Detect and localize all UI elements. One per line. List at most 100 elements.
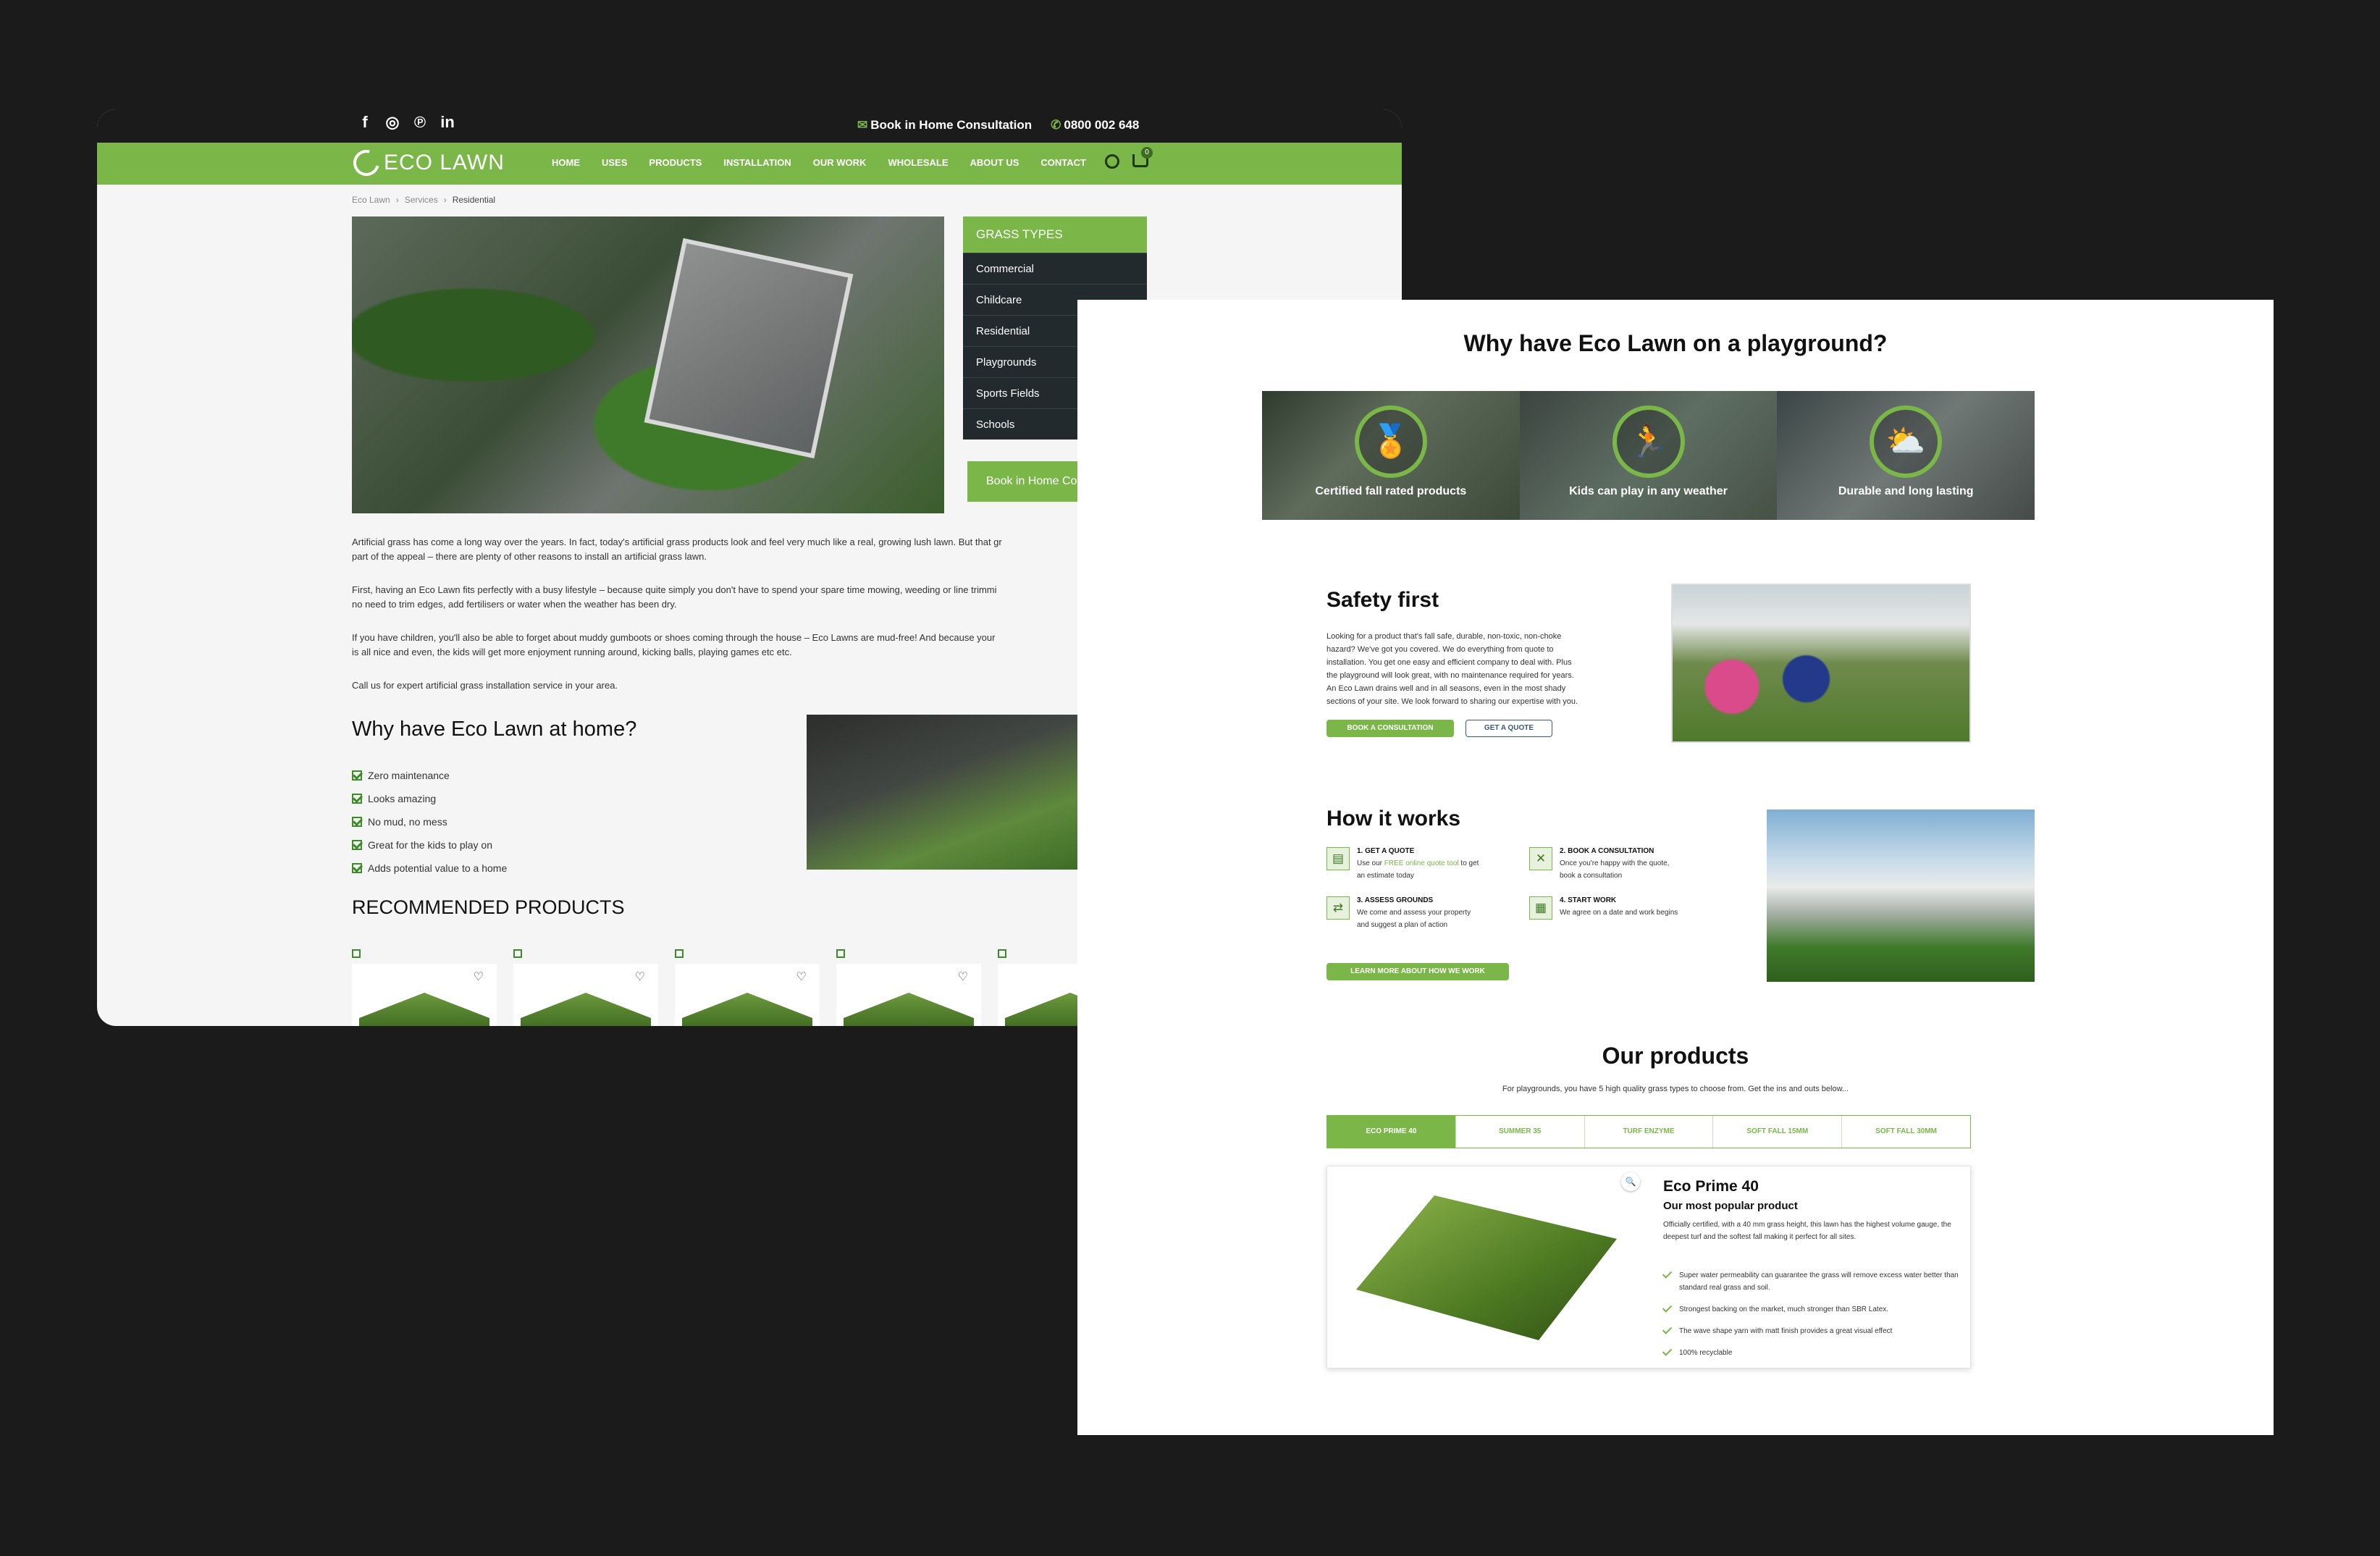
list-item: The wave shape yarn with matt finish pro… <box>1663 1325 1960 1337</box>
get-quote-button[interactable]: GET A QUOTE <box>1466 720 1552 737</box>
product-card[interactable]: ♡ <box>675 949 820 1026</box>
product-image[interactable] <box>1327 1166 1649 1368</box>
building-icon: ▦ <box>1529 896 1552 920</box>
product-subtitle: Our most popular product <box>1663 1200 1798 1212</box>
cart-count-badge: 0 <box>1141 147 1153 159</box>
checkbox-icon <box>352 817 362 827</box>
products-heading: Our products <box>1602 1043 1749 1069</box>
mail-icon: ✉ <box>857 118 868 132</box>
heart-icon[interactable]: ♡ <box>958 970 968 984</box>
compare-checkbox[interactable] <box>998 949 1006 958</box>
breadcrumb-separator: › <box>443 195 447 205</box>
learn-more-button[interactable]: LEARN MORE ABOUT HOW WE WORK <box>1326 963 1509 980</box>
truck-icon: ⇄ <box>1326 896 1350 920</box>
aerial-house-image <box>352 216 944 513</box>
product-description: Officially certified, with a 40 mm grass… <box>1663 1221 1951 1241</box>
step-assess: ⇄ 3. ASSESS GROUNDS We come and assess y… <box>1326 896 1529 931</box>
compare-checkbox[interactable] <box>513 949 522 958</box>
product-card[interactable]: ♡ <box>836 949 981 1026</box>
step-text: and suggest a plan of action <box>1357 921 1448 929</box>
feature-text: The wave shape yarn with matt finish pro… <box>1679 1327 1893 1335</box>
book-consultation-button[interactable]: BOOK A CONSULTATION <box>1326 720 1454 737</box>
product-card[interactable]: ♡ <box>352 949 497 1026</box>
recommended-heading: RECOMMENDED PRODUCTS <box>352 896 625 918</box>
products-subtitle: For playgrounds, you have 5 high quality… <box>1502 1085 1849 1093</box>
nav-installation[interactable]: INSTALLATION <box>723 157 791 168</box>
product-card[interactable]: ♡ <box>513 949 658 1026</box>
breadcrumb: Eco Lawn › Services › Residential <box>352 195 495 205</box>
heart-icon[interactable]: ♡ <box>635 970 645 984</box>
list-item-label: Great for the kids to play on <box>368 839 492 851</box>
phone-label: 0800 002 648 <box>1064 118 1140 132</box>
tab-eco-prime-40[interactable]: ECO PRIME 40 <box>1327 1116 1455 1148</box>
step-title: 3. ASSESS GROUNDS <box>1357 896 1434 904</box>
how-steps: ▤ 1. GET A QUOTE Use our FREE online quo… <box>1326 847 1732 931</box>
check-icon <box>1663 1347 1670 1357</box>
tab-summer-35[interactable]: SUMMER 35 <box>1455 1116 1584 1148</box>
compare-checkbox[interactable] <box>836 949 845 958</box>
top-bar: f ◎ ℗ in ✉ Book in Home Consultation ✆ 080… <box>97 109 1402 143</box>
feature-label: Durable and long lasting <box>1838 485 1974 497</box>
facebook-icon[interactable]: f <box>358 114 372 130</box>
pinterest-icon[interactable]: ℗ <box>413 114 427 130</box>
phone-link[interactable]: ✆ 0800 002 648 <box>1051 118 1139 133</box>
playground-page: Why have Eco Lawn on a playground? 🏅 Cer… <box>1077 300 2274 1435</box>
paragraph-line: no need to trim edges, add fertilisers o… <box>352 599 677 610</box>
step-text: Use our FREE online quote tool to get <box>1357 857 1479 870</box>
paragraph-line: part of the appeal – there are plenty of… <box>352 551 707 562</box>
zoom-icon[interactable]: 🔍 <box>1621 1172 1640 1191</box>
consultation-link[interactable]: ✉ Book in Home Consultation <box>857 118 1032 133</box>
paragraph-line: is all nice and even, the kids will get … <box>352 647 792 657</box>
step-text-post: to get <box>1458 859 1479 867</box>
main-nav: ECO LAWN HOME USES PRODUCTS INSTALLATION… <box>97 143 1402 185</box>
list-item-label: Looks amazing <box>368 793 437 804</box>
consultation-label: Book in Home Consultation <box>870 118 1033 132</box>
step-start: ▦ 4. START WORK We agree on a date and w… <box>1529 896 1732 931</box>
feature-tile: 🏅 Certified fall rated products <box>1262 391 1520 520</box>
breadcrumb-services[interactable]: Services <box>405 195 438 205</box>
home-heading: Why have Eco Lawn at home? <box>352 718 637 741</box>
nav-uses[interactable]: USES <box>602 157 627 168</box>
text-line: installation. You get one easy and effic… <box>1326 658 1572 667</box>
how-heading: How it works <box>1326 807 1461 830</box>
list-item: Looks amazing <box>352 787 507 810</box>
grass-types-heading: GRASS TYPES <box>963 216 1147 253</box>
running-child-icon: 🏃 <box>1612 405 1685 478</box>
tab-soft-fall-15mm[interactable]: SOFT FALL 15MM <box>1712 1116 1841 1148</box>
heart-icon[interactable]: ♡ <box>796 970 807 984</box>
step-title: 1. GET A QUOTE <box>1357 847 1415 855</box>
linkedin-icon[interactable]: in <box>440 114 455 130</box>
checkbox-icon <box>352 840 362 850</box>
heart-icon[interactable]: ♡ <box>474 970 484 984</box>
nav-our-work[interactable]: OUR WORK <box>813 157 867 168</box>
top-bar-contact: ✉ Book in Home Consultation ✆ 0800 002 648 <box>857 118 1139 133</box>
tab-turf-enzyme[interactable]: TURF ENZYME <box>1584 1116 1713 1148</box>
safety-heading: Safety first <box>1326 588 1439 612</box>
compare-checkbox[interactable] <box>675 949 684 958</box>
checkbox-icon <box>352 770 362 781</box>
nav-home[interactable]: HOME <box>552 157 580 168</box>
paragraph-line: Artificial grass has come a long way ove… <box>352 537 1002 547</box>
breadcrumb-home[interactable]: Eco Lawn <box>352 195 390 205</box>
quote-tool-link[interactable]: FREE online quote tool <box>1384 859 1459 867</box>
step-quote: ▤ 1. GET A QUOTE Use our FREE online quo… <box>1326 847 1529 882</box>
instagram-icon[interactable]: ◎ <box>385 114 400 130</box>
step-text: Once you're happy with the quote, <box>1560 859 1670 867</box>
search-icon[interactable] <box>1105 154 1119 169</box>
check-icon <box>1663 1303 1670 1313</box>
compare-checkbox[interactable] <box>352 949 361 958</box>
nav-wholesale[interactable]: WHOLESALE <box>888 157 948 168</box>
nav-contact[interactable]: CONTACT <box>1040 157 1086 168</box>
text-line: the playground will look great, with no … <box>1326 671 1574 680</box>
product-title: Eco Prime 40 <box>1663 1178 1759 1195</box>
recommended-products: ♡ ♡ ♡ ♡ ♡ <box>352 949 1143 1026</box>
list-item: Adds potential value to a home <box>352 857 507 880</box>
grass-type-commercial[interactable]: Commercial <box>963 253 1147 284</box>
nav-products[interactable]: PRODUCTS <box>649 157 702 168</box>
tab-soft-fall-30mm[interactable]: SOFT FALL 30MM <box>1841 1116 1970 1148</box>
step-consultation: ✕ 2. BOOK A CONSULTATION Once you're hap… <box>1529 847 1732 882</box>
nav-about-us[interactable]: ABOUT US <box>970 157 1019 168</box>
paragraph-line: If you have children, you'll also be abl… <box>352 632 996 643</box>
turf-sample <box>1356 1195 1617 1340</box>
logo[interactable]: ECO LAWN <box>348 145 505 181</box>
